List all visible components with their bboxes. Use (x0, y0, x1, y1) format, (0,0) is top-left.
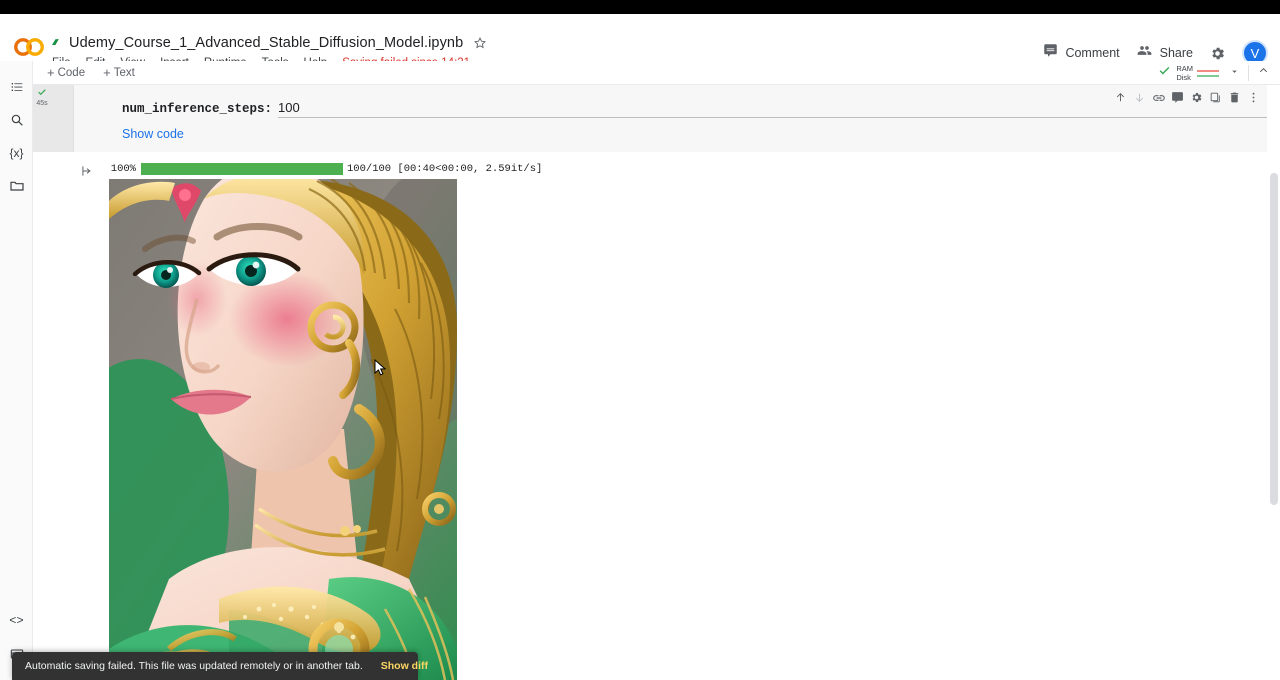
resource-sparklines (1197, 70, 1219, 77)
browser-top-strip (0, 0, 1280, 14)
colab-logo[interactable] (14, 38, 44, 56)
progress-bar-row: 100% 100/100 [00:40<00:00, 2.59it/s] (110, 163, 542, 175)
resource-labels: RAM Disk (1176, 64, 1193, 82)
generated-image (109, 179, 457, 680)
colab-window: Udemy_Course_1_Advanced_Stable_Diffusion… (0, 0, 1280, 680)
disk-label: Disk (1176, 73, 1193, 82)
execution-time: 45s (36, 100, 47, 108)
collapse-toolbar-button[interactable] (1257, 64, 1270, 82)
cell-execution-status: 45s (34, 87, 50, 108)
cell-gutter: 45s (33, 85, 73, 152)
resource-usage-indicator[interactable]: RAM Disk (1158, 64, 1219, 82)
code-brackets-icon: <> (9, 614, 23, 628)
show-diff-button[interactable]: Show diff (381, 660, 428, 672)
share-label: Share (1160, 46, 1193, 60)
add-comment-button[interactable] (1169, 89, 1186, 106)
move-cell-down-button[interactable] (1131, 89, 1148, 106)
comment-button[interactable]: Comment (1043, 43, 1119, 63)
left-sidebar: {x} <> (0, 61, 33, 680)
add-code-cell-button[interactable]: + Code (43, 63, 89, 82)
star-outline-icon[interactable] (473, 36, 487, 50)
add-code-label: Code (58, 67, 86, 79)
more-cell-actions-button[interactable] (1245, 89, 1262, 106)
show-code-link[interactable]: Show code (122, 127, 184, 141)
cell-toolbar (1112, 89, 1262, 106)
sidebar-item-find-and-replace[interactable] (0, 103, 33, 136)
vertical-scrollbar-track[interactable] (1267, 85, 1280, 680)
progress-bar (141, 163, 343, 175)
toolbar-right-group: RAM Disk (1158, 61, 1278, 85)
progress-percent-label: 100% (110, 163, 136, 175)
page-title[interactable]: Udemy_Course_1_Advanced_Stable_Diffusion… (69, 35, 463, 51)
output-arrow-icon (77, 163, 97, 179)
settings-button[interactable] (1209, 45, 1226, 62)
move-cell-up-button[interactable] (1112, 89, 1129, 106)
form-field-label: num_inference_steps: (122, 102, 272, 116)
ram-bar (1197, 70, 1219, 72)
notebook-area: 45s num_inference_steps: Show code (33, 85, 1280, 680)
save-failure-toast: Automatic saving failed. This file was u… (12, 652, 418, 680)
drive-icon (51, 37, 64, 49)
sidebar-item-variables[interactable]: {x} (0, 136, 33, 169)
form-field-row: num_inference_steps: (122, 99, 1280, 118)
variables-icon: {x} (9, 146, 23, 160)
notebook-toolbar: + Code + Text RAM Disk (33, 61, 1280, 85)
comment-icon (1043, 43, 1058, 63)
toast-message: Automatic saving failed. This file was u… (25, 660, 363, 672)
share-button[interactable]: Share (1136, 43, 1193, 63)
vertical-scrollbar-thumb[interactable] (1270, 173, 1278, 505)
ram-label: RAM (1176, 64, 1193, 73)
sidebar-item-code-snippets[interactable]: <> (0, 604, 33, 637)
add-text-cell-button[interactable]: + Text (99, 63, 139, 82)
execution-success-icon (37, 87, 47, 100)
plus-icon: + (47, 65, 55, 80)
document-title-row: Udemy_Course_1_Advanced_Stable_Diffusion… (51, 35, 487, 51)
disk-bar (1197, 75, 1219, 77)
cell-settings-button[interactable] (1188, 89, 1205, 106)
people-icon (1136, 43, 1153, 63)
delete-cell-button[interactable] (1226, 89, 1243, 106)
sidebar-item-files[interactable] (0, 169, 33, 202)
toolbar-divider (1248, 65, 1249, 81)
connected-check-icon (1158, 64, 1171, 82)
sidebar-top-group: {x} (0, 70, 33, 202)
copy-cell-button[interactable] (1207, 89, 1224, 106)
add-text-label: Text (114, 67, 135, 79)
progress-counter-text: 100/100 [00:40<00:00, 2.59it/s] (347, 163, 542, 175)
link-to-cell-button[interactable] (1150, 89, 1167, 106)
comment-label: Comment (1065, 46, 1119, 60)
progress-bar-fill (141, 163, 343, 175)
app-header: Udemy_Course_1_Advanced_Stable_Diffusion… (0, 14, 1280, 61)
plus-icon: + (103, 65, 111, 80)
cell-body: num_inference_steps: Show code (73, 85, 1270, 152)
resource-dropdown-button[interactable] (1229, 64, 1240, 82)
sidebar-item-table-of-contents[interactable] (0, 70, 33, 103)
